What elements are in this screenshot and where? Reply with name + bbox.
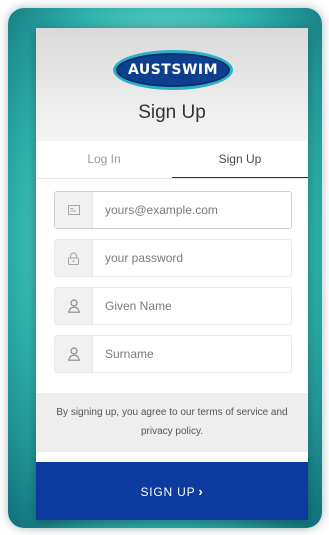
sign-up-label: SIGN UP	[140, 484, 196, 499]
card-header: AUSTSWIM Sign Up	[36, 28, 308, 141]
email-field-group	[54, 191, 292, 229]
given-name-input[interactable]	[93, 288, 291, 324]
user-icon	[55, 336, 93, 372]
logo-text: AUSTSWIM	[127, 62, 219, 78]
auth-tabs: Log In Sign Up	[36, 141, 308, 179]
lock-icon	[55, 240, 93, 276]
austswim-logo: AUSTSWIM	[113, 50, 233, 90]
password-input[interactable]	[93, 240, 291, 276]
page-title: Sign Up	[138, 102, 206, 123]
envelope-icon	[55, 192, 93, 228]
sign-up-button[interactable]: SIGN UP ›	[36, 462, 308, 520]
surname-input[interactable]	[93, 336, 291, 372]
signup-form	[36, 179, 308, 373]
surname-field-group	[54, 335, 292, 373]
user-icon	[55, 288, 93, 324]
password-field-group	[54, 239, 292, 277]
email-input[interactable]	[93, 192, 291, 228]
signup-card: AUSTSWIM Sign Up Log In Sign Up yours@ex…	[36, 28, 308, 520]
tab-sign-up[interactable]: Sign Up	[172, 141, 308, 178]
terms-notice: By signing up, you agree to our terms of…	[36, 393, 308, 452]
chevron-right-icon: ›	[198, 483, 204, 499]
tab-log-in[interactable]: Log In	[36, 141, 172, 178]
given-name-field-group	[54, 287, 292, 325]
